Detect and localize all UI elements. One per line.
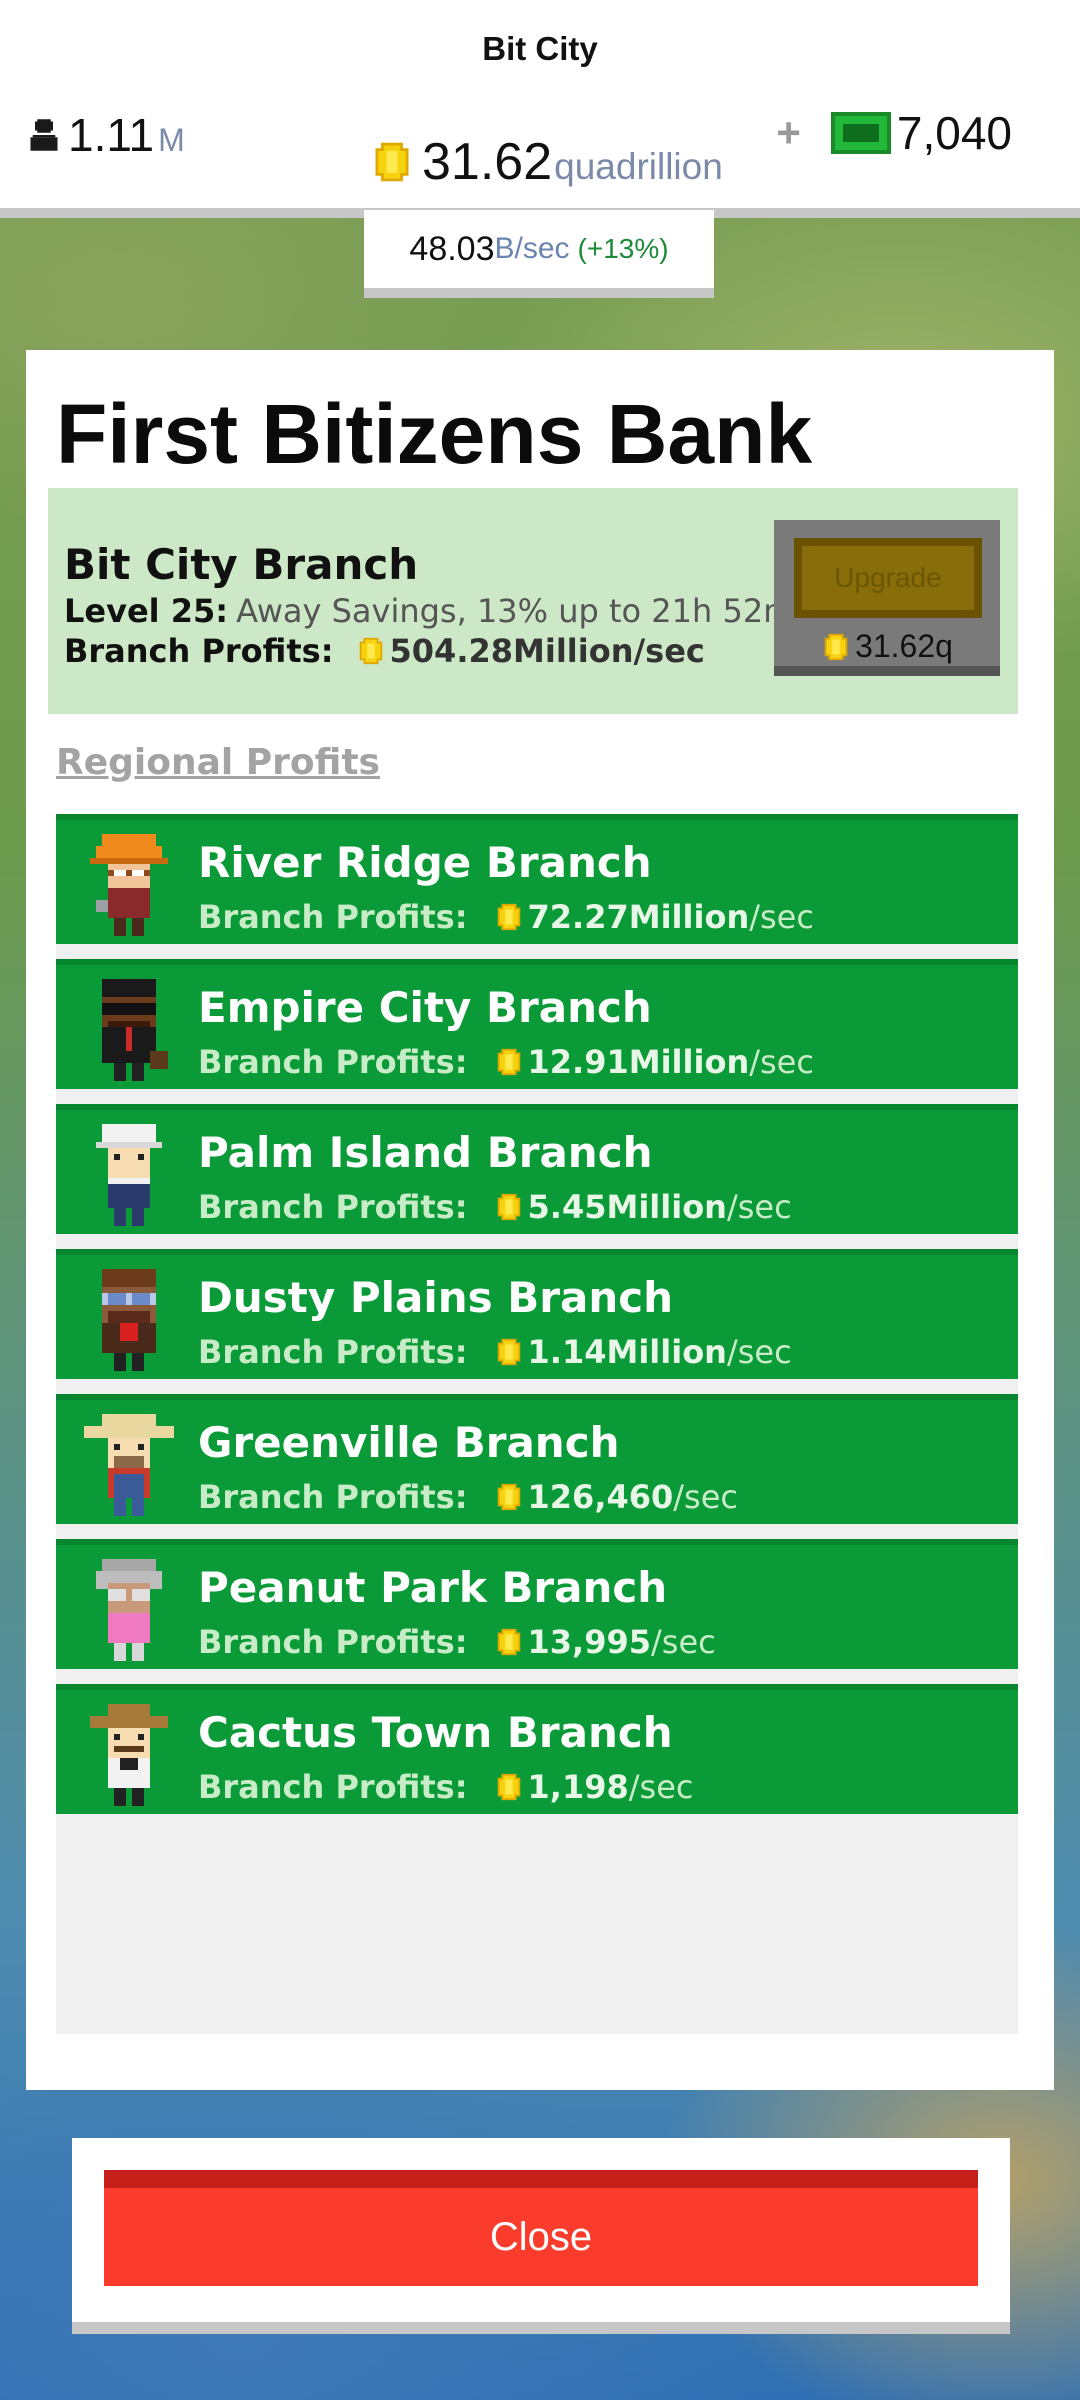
branch-profit: Branch Profits: 126,460/sec [198,1478,738,1516]
branch-profit-label: Branch Profits: [198,1768,468,1806]
cowboy-avatar-icon [90,1704,168,1806]
branch-name: Cactus Town Branch [198,1708,673,1757]
level-description: Away Savings, 13% up to 21h 52m [236,592,795,630]
branch-profit: Branch Profits: 13,995/sec [198,1623,716,1661]
close-bar: Close [72,2138,1010,2334]
farmer-avatar-icon [84,1414,174,1516]
branch-profit: Branch Profits: 72.27Million/sec [198,898,814,936]
home-branch-card: Bit City Branch Level 25: Away Savings, 1… [48,488,1018,714]
profit-label: Branch Profits: [64,632,334,670]
coin-icon [494,1772,524,1802]
bux-value: 7,040 [896,107,1012,159]
coin-icon [494,1047,524,1077]
branch-list: River Ridge Branch Branch Profits: 72.27… [56,814,1018,2034]
branch-profit: Branch Profits: 12.91Million/sec [198,1043,814,1081]
branch-profit-unit: /sec [749,1043,814,1081]
add-bux-plus-icon[interactable]: + [776,109,801,157]
branch-profit-value: 13,995 [527,1623,651,1661]
upgrade-cost-value: 31.62q [855,628,953,664]
branch-profit-label: Branch Profits: [198,898,468,936]
income-rate-bonus: (+13%) [577,233,669,264]
branch-profit-value: 72.27Million [527,898,750,936]
person-icon [30,119,58,151]
branch-profit-label: Branch Profits: [198,1623,468,1661]
branch-row-dusty-plains[interactable]: Dusty Plains Branch Branch Profits: 1.14… [56,1249,1018,1379]
population-counter: 1.11 M [26,108,185,162]
coin-icon [494,1192,524,1222]
bux-counter[interactable]: + 7,040 [776,106,1012,160]
income-rate-box: 48.03 B/sec (+13%) [364,210,714,298]
branch-profit-unit: /sec [651,1623,716,1661]
close-button[interactable]: Close [104,2170,978,2286]
population-value: 1.11 [68,109,155,161]
city-name: Bit City [482,30,598,67]
branch-profit-value: 1,198 [527,1768,629,1806]
branch-profit: Branch Profits: 1,198/sec [198,1768,693,1806]
branch-profit-label: Branch Profits: [198,1333,468,1371]
profit-value: 504.28Million/sec [389,632,705,670]
bux-icon [830,112,891,154]
branch-profit-value: 12.91Million [527,1043,750,1081]
cash-unit: quadrillion [554,146,723,187]
coin-icon [821,632,851,662]
branch-profit: Branch Profits: 1.14Million/sec [198,1333,792,1371]
home-branch-name: Bit City Branch [64,540,419,589]
income-rate-unit: B/sec [494,232,570,265]
coin-icon [494,902,524,932]
branch-row-palm-island[interactable]: Palm Island Branch Branch Profits: 5.45M… [56,1104,1018,1234]
population-unit: M [158,122,185,158]
branch-row-river-ridge[interactable]: River Ridge Branch Branch Profits: 72.27… [56,814,1018,944]
branch-profit-unit: /sec [673,1478,738,1516]
branch-profit-label: Branch Profits: [198,1043,468,1081]
branch-profit-label: Branch Profits: [198,1188,468,1226]
coin-icon [370,140,414,184]
level-label: Level 25: [64,592,229,630]
branch-row-peanut-park[interactable]: Peanut Park Branch Branch Profits: 13,99… [56,1539,1018,1669]
branch-name: Empire City Branch [198,983,652,1032]
branch-profit-value: 1.14Million [527,1333,727,1371]
branch-name: Palm Island Branch [198,1128,653,1177]
coin-icon [494,1337,524,1367]
home-branch-profit: Branch Profits: 504.28Million/sec [64,632,705,670]
top-status-bar: Bit City 1.11 M 31.62 quadrillion + 7,04… [0,0,1080,218]
aviator-avatar-icon [102,1269,156,1371]
businessman-avatar-icon [102,979,168,1081]
grandma-avatar-icon [96,1559,162,1661]
regional-profits-link[interactable]: Regional Profits [56,742,380,783]
coin-icon [356,636,386,666]
branch-profit-unit: /sec [726,1188,792,1226]
upgrade-panel: Upgrade 31.62q [774,520,1000,676]
branch-profit-value: 126,460 [527,1478,674,1516]
branch-row-greenville[interactable]: Greenville Branch Branch Profits: 126,46… [56,1394,1018,1524]
bank-panel: First Bitizens Bank Bit City Branch Leve… [26,350,1054,2090]
upgrade-cost: 31.62q [774,628,1000,665]
cash-value: 31.62 [422,133,553,191]
cash-counter: 31.62 quadrillion [370,132,723,192]
builder-avatar-icon [90,834,168,936]
home-branch-level: Level 25: Away Savings, 13% up to 21h 52m [64,592,794,630]
branch-row-empire-city[interactable]: Empire City Branch Branch Profits: 12.91… [56,959,1018,1089]
branch-profit: Branch Profits: 5.45Million/sec [198,1188,792,1226]
branch-profit-label: Branch Profits: [198,1478,468,1516]
branch-name: Peanut Park Branch [198,1563,668,1612]
bank-title: First Bitizens Bank [56,387,813,481]
branch-row-cactus-town[interactable]: Cactus Town Branch Branch Profits: 1,198… [56,1684,1018,1814]
coin-icon [494,1627,524,1657]
branch-name: Greenville Branch [198,1418,620,1467]
income-rate-value: 48.03 [409,229,495,268]
branch-name: River Ridge Branch [198,838,652,887]
coin-icon [494,1482,524,1512]
branch-profit-unit: /sec [749,898,814,936]
sailor-avatar-icon [96,1124,162,1226]
upgrade-button[interactable]: Upgrade [794,538,982,618]
branch-name: Dusty Plains Branch [198,1273,674,1322]
branch-profit-unit: /sec [726,1333,792,1371]
branch-profit-value: 5.45Million [527,1188,727,1226]
branch-profit-unit: /sec [628,1768,694,1806]
